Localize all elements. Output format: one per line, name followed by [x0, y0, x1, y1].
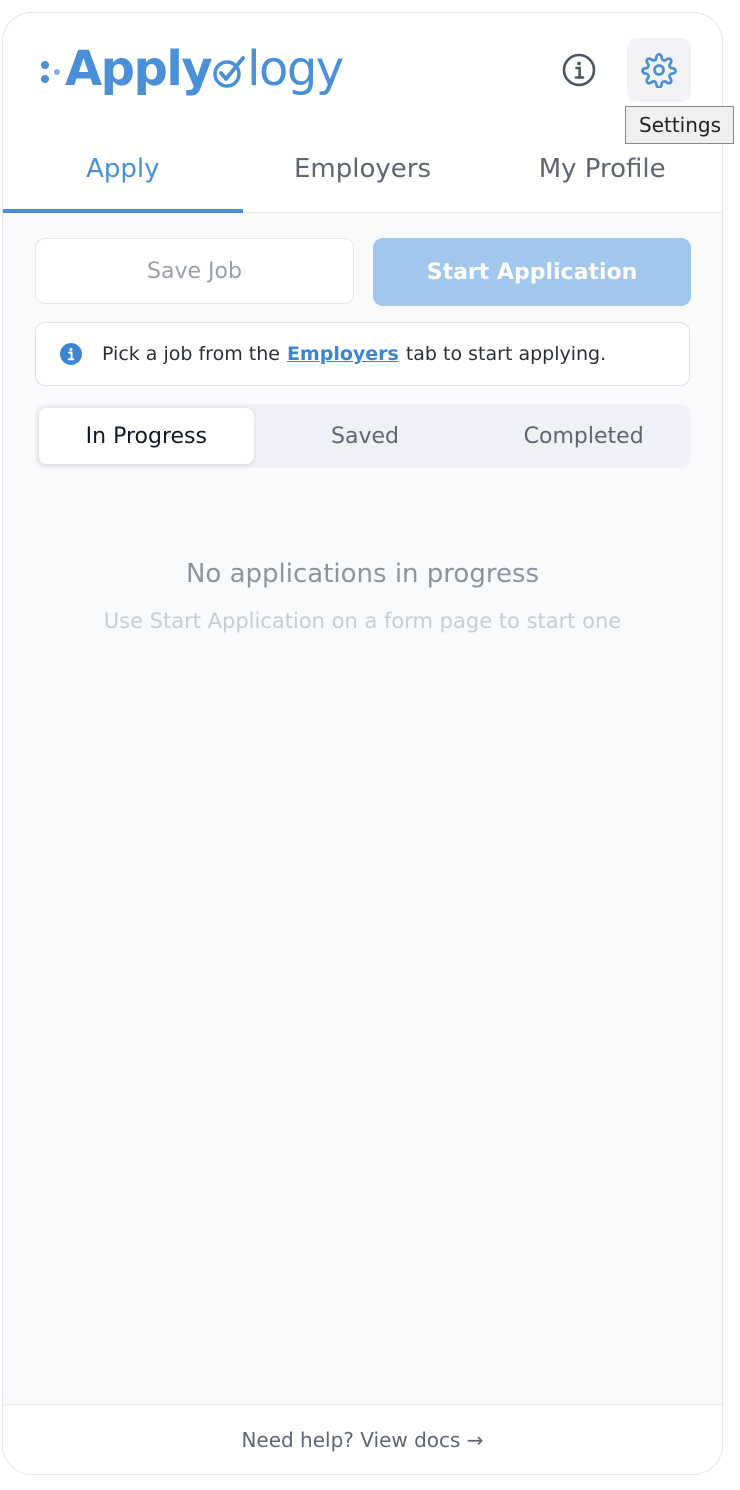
logo-text-start: Apply: [65, 41, 213, 97]
main-tabs: Apply Employers My Profile: [3, 126, 722, 213]
gear-icon: [641, 53, 677, 88]
info-notice: Pick a job from the Employers tab to sta…: [35, 322, 690, 386]
logo-dots-icon: [39, 49, 65, 89]
settings-tooltip: Settings: [625, 106, 735, 144]
notice-text-before: Pick a job from the: [102, 343, 280, 365]
empty-state-title: No applications in progress: [185, 559, 540, 589]
tab-employers[interactable]: Employers: [243, 126, 483, 212]
start-application-button[interactable]: Start Application: [373, 238, 691, 306]
header: Apply logy: [3, 13, 722, 127]
application-status-filter: In Progress Saved Completed: [35, 404, 691, 468]
settings-button[interactable]: [627, 38, 691, 102]
employers-link[interactable]: Employers: [287, 343, 399, 365]
info-circle-icon: [60, 343, 82, 365]
applyology-logo: Apply logy: [39, 39, 344, 99]
notice-text-after: tab to start applying.: [405, 343, 607, 365]
tab-apply[interactable]: Apply: [3, 126, 243, 213]
segment-in-progress[interactable]: In Progress: [39, 408, 254, 464]
logo-text-end: logy: [247, 41, 344, 97]
footer: Need help? View docs →: [3, 1404, 722, 1474]
logo-checkmark-icon: [213, 56, 246, 88]
info-button[interactable]: [547, 38, 611, 102]
save-job-button[interactable]: Save Job: [35, 238, 354, 304]
side-panel: Apply logy Apply Employers My Profile Sa…: [2, 12, 723, 1475]
segment-completed[interactable]: Completed: [476, 408, 691, 464]
empty-state-subtitle: Use Start Application on a form page to …: [103, 609, 622, 633]
view-docs-link[interactable]: Need help? View docs →: [241, 1428, 483, 1452]
segment-saved[interactable]: Saved: [258, 408, 473, 464]
info-icon: [562, 53, 596, 87]
